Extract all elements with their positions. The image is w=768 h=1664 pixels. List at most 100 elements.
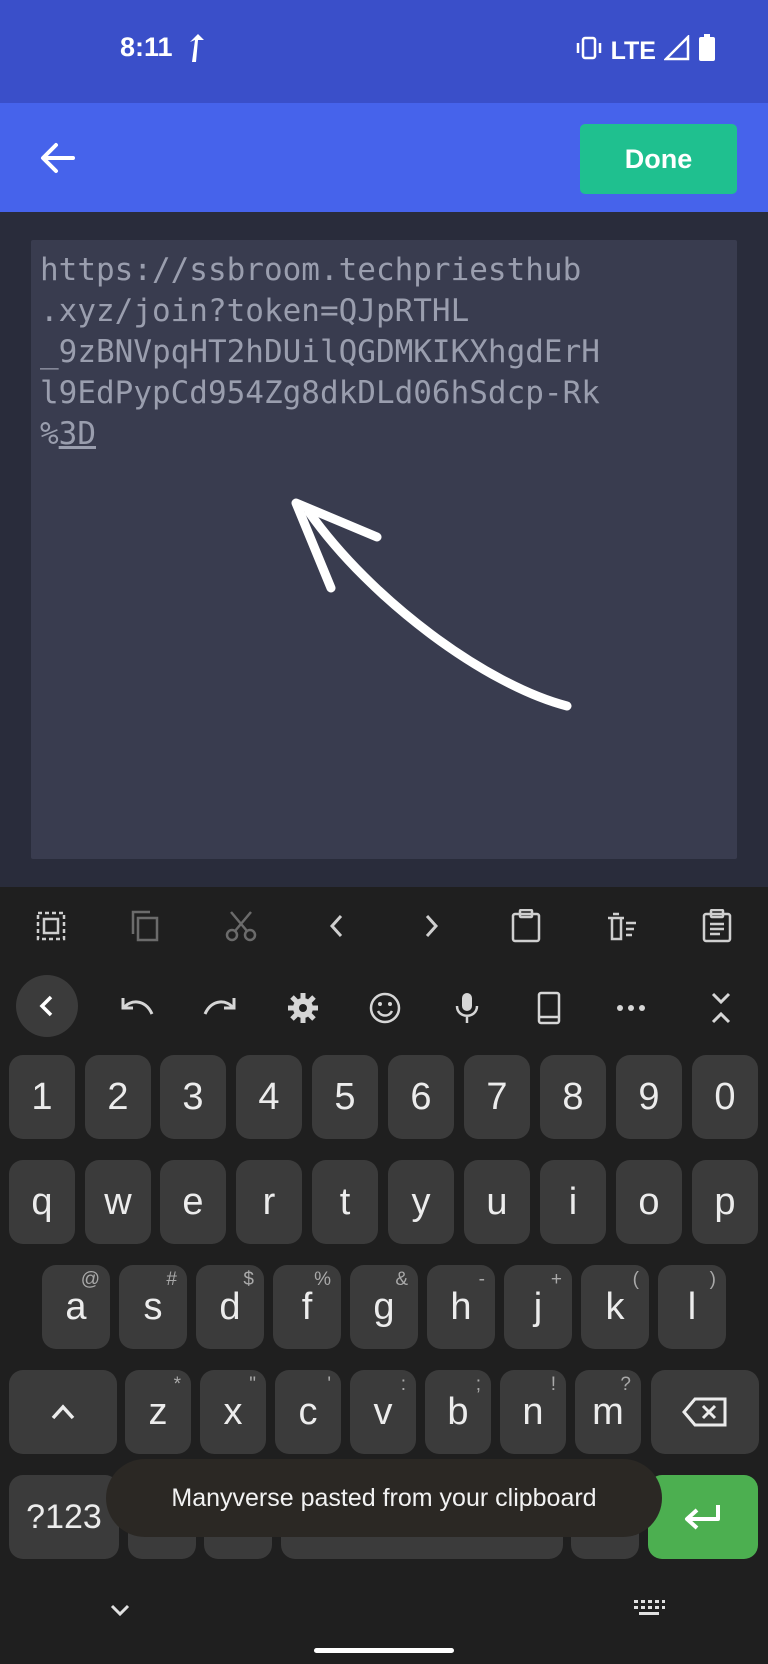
vibrate-icon	[575, 36, 603, 67]
key-1[interactable]: 1	[9, 1055, 75, 1139]
status-indicators: LTE	[575, 33, 716, 69]
key-l[interactable]: l)	[658, 1265, 726, 1349]
chevron-left-icon	[39, 995, 53, 1017]
navigation-icon	[186, 32, 208, 69]
key-p[interactable]: p	[692, 1160, 758, 1244]
shift-icon	[51, 1404, 75, 1420]
key-v[interactable]: v:	[350, 1370, 416, 1454]
clear-icon[interactable]	[604, 909, 638, 943]
clipboard-icon[interactable]	[700, 909, 734, 943]
key-r[interactable]: r	[236, 1160, 302, 1244]
key-w[interactable]: w	[85, 1160, 151, 1244]
key-label: n	[522, 1390, 544, 1433]
key-x[interactable]: x "	[200, 1370, 266, 1454]
home-indicator[interactable]	[314, 1648, 454, 1653]
key-z[interactable]: z *	[125, 1370, 191, 1454]
key-3[interactable]: 3	[160, 1055, 226, 1139]
key-u[interactable]: u	[464, 1160, 530, 1244]
key-hint: &	[395, 1269, 408, 1290]
emoji-icon[interactable]	[366, 989, 404, 1027]
clipboard-toast: Manyverse pasted from your clipboard	[106, 1459, 662, 1537]
select-all-icon[interactable]	[34, 909, 68, 943]
key-hint: )	[709, 1269, 716, 1290]
key-y[interactable]: y	[388, 1160, 454, 1244]
key-label: b	[447, 1390, 469, 1433]
one-handed-icon[interactable]	[530, 989, 568, 1027]
key-hint: (	[632, 1269, 639, 1290]
key-hint: @	[80, 1269, 100, 1290]
key-label: z	[148, 1390, 168, 1433]
settings-icon[interactable]	[284, 989, 322, 1027]
key-q[interactable]: q	[9, 1160, 75, 1244]
invite-text-input[interactable]: https://ssbroom.techpriesthub .xyz/join?…	[31, 240, 737, 859]
key-f[interactable]: f%	[273, 1265, 341, 1349]
key-hint: #	[166, 1269, 177, 1290]
hide-keyboard-icon[interactable]	[104, 1598, 136, 1627]
key-o[interactable]: o	[616, 1160, 682, 1244]
keyboard-switch-icon[interactable]	[632, 1598, 666, 1629]
done-button[interactable]: Done	[580, 124, 737, 194]
key-n[interactable]: n!	[500, 1370, 566, 1454]
more-icon[interactable]	[612, 989, 650, 1027]
key-c[interactable]: c '	[275, 1370, 341, 1454]
navigation-bar	[0, 1580, 768, 1664]
cut-icon[interactable]	[224, 909, 258, 943]
key-g[interactable]: g &	[350, 1265, 418, 1349]
content-area: https://ssbroom.techpriesthub .xyz/join?…	[0, 212, 768, 887]
key-label: f	[301, 1285, 313, 1328]
key-2[interactable]: 2	[85, 1055, 151, 1139]
signal-icon	[662, 33, 690, 68]
key-b[interactable]: b;	[425, 1370, 491, 1454]
key-label: c	[298, 1390, 318, 1433]
paste-icon[interactable]	[509, 909, 543, 943]
key-label: g	[373, 1285, 395, 1328]
redo-icon[interactable]	[201, 989, 239, 1027]
key-e[interactable]: e	[160, 1160, 226, 1244]
key-label: k	[605, 1285, 625, 1328]
undo-icon[interactable]	[118, 989, 156, 1027]
key-m[interactable]: m?	[575, 1370, 641, 1454]
key-d[interactable]: d $	[196, 1265, 264, 1349]
key-9[interactable]: 9	[616, 1055, 682, 1139]
back-button[interactable]	[36, 137, 78, 179]
key-t[interactable]: t	[312, 1160, 378, 1244]
collapse-toolbar-button[interactable]	[16, 975, 78, 1037]
key-h[interactable]: h-	[427, 1265, 495, 1349]
key-label: d	[219, 1285, 241, 1328]
key-j[interactable]: j +	[504, 1265, 572, 1349]
key-label: h	[450, 1285, 472, 1328]
enter-key[interactable]	[648, 1475, 758, 1559]
key-s[interactable]: s #	[119, 1265, 187, 1349]
status-bar: 8:11 LTE	[0, 0, 768, 103]
key-label: v	[373, 1390, 393, 1433]
mic-icon[interactable]	[448, 989, 486, 1027]
key-hint: %	[314, 1269, 331, 1290]
key-i[interactable]: i	[540, 1160, 606, 1244]
key-hint: -	[478, 1269, 485, 1290]
key-4[interactable]: 4	[236, 1055, 302, 1139]
key-label: l	[687, 1285, 697, 1328]
key-hint: ;	[475, 1374, 481, 1395]
key-hint: *	[173, 1374, 181, 1395]
key-label: a	[65, 1285, 87, 1328]
key-k[interactable]: k(	[581, 1265, 649, 1349]
chevron-right-icon[interactable]	[414, 909, 448, 943]
key-6[interactable]: 6	[388, 1055, 454, 1139]
key-hint: '	[327, 1374, 331, 1395]
symbols-key[interactable]: ?123	[9, 1475, 119, 1559]
copy-icon[interactable]	[128, 909, 162, 943]
status-time: 8:11	[120, 32, 173, 62]
key-a[interactable]: a @	[42, 1265, 110, 1349]
key-5[interactable]: 5	[312, 1055, 378, 1139]
key-8[interactable]: 8	[540, 1055, 606, 1139]
key-7[interactable]: 7	[464, 1055, 530, 1139]
key-label: x	[223, 1390, 243, 1433]
shift-key[interactable]	[9, 1370, 117, 1454]
backspace-key[interactable]	[651, 1370, 759, 1454]
keyboard-toolbar	[0, 967, 768, 1047]
hand-drawn-arrow-icon	[291, 498, 572, 711]
close-toolbar-icon[interactable]	[702, 989, 740, 1027]
key-hint: $	[243, 1269, 254, 1290]
key-0[interactable]: 0	[692, 1055, 758, 1139]
chevron-left-icon[interactable]	[320, 909, 354, 943]
